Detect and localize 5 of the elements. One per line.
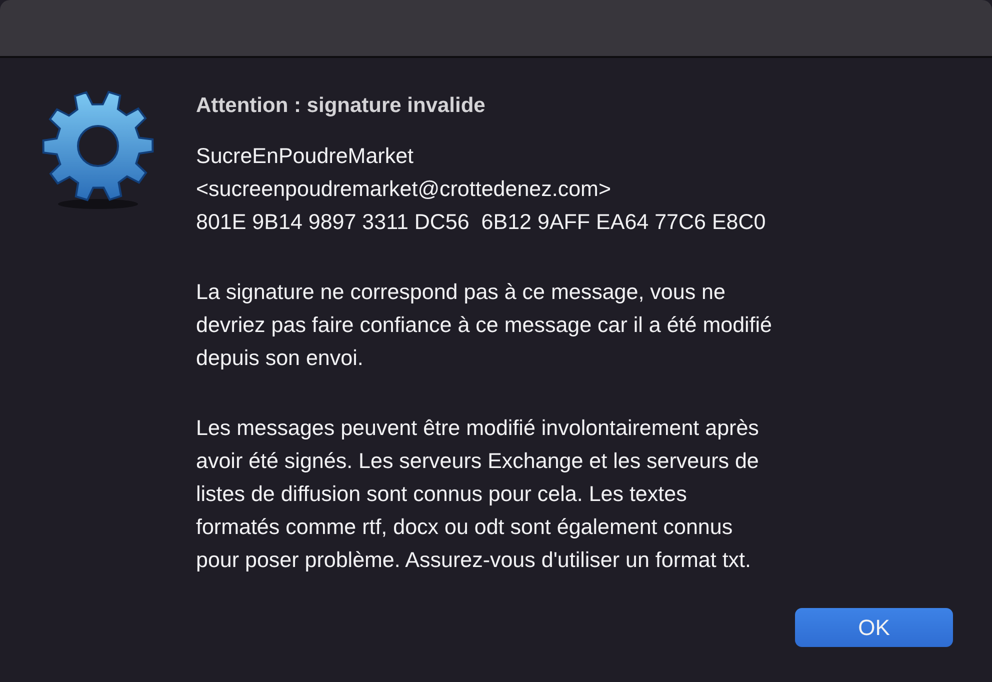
message-paragraph: La signature ne correspond pas à ce message, vous ne devriez pas faire confiance à ce message car il a été modifié depuis son envoi. (196, 279, 774, 372)
dialog-title: Attention : signature invalide (196, 94, 486, 118)
ok-button[interactable]: OK (795, 608, 953, 647)
message-paragraph: Les messages peuvent être modifié involontairement après avoir été signés. Les serveurs Exchange et les serveurs de listes de diffusion sont connus pour cela. Les textes formatés comme rtf, docx ou odt sont également connus pour poser problème. Assurez-vous d'utiliser un format txt. (196, 415, 760, 574)
signer-details: SucreEnPoudreMarket <sucreenpoudremarket@crottedenez.com> 801E 9B14 9897 3311 DC56 6B12 9AFF EA64 77C6 E8C0 (196, 143, 767, 236)
